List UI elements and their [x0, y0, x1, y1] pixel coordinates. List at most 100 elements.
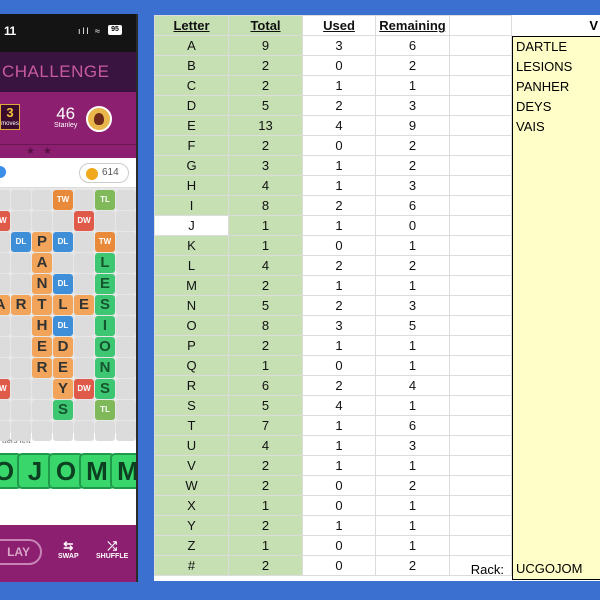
- cell-letter[interactable]: M: [154, 275, 229, 296]
- cell-letter[interactable]: V: [154, 455, 229, 476]
- cell-empty[interactable]: [449, 455, 512, 476]
- word-entry[interactable]: VAIS: [513, 117, 600, 137]
- letter-tile[interactable]: A: [0, 295, 10, 315]
- cell-letter[interactable]: X: [154, 495, 229, 516]
- cell-used[interactable]: 2: [302, 295, 376, 316]
- cell-used[interactable]: 1: [302, 335, 376, 356]
- cell-total[interactable]: 4: [228, 255, 303, 276]
- cell-empty[interactable]: [449, 535, 512, 556]
- cell-letter[interactable]: L: [154, 255, 229, 276]
- cell-letter[interactable]: F: [154, 135, 229, 156]
- board-cell[interactable]: [116, 337, 136, 357]
- game-board[interactable]: TWTLDWDWDLDLTWDLDLDWDWTLPANHERARTLEDEYSL…: [0, 188, 136, 441]
- cell-empty[interactable]: [449, 55, 512, 76]
- cell-empty[interactable]: [449, 95, 512, 116]
- cell-remaining[interactable]: 2: [375, 55, 450, 76]
- board-cell[interactable]: [11, 274, 31, 294]
- cell-used[interactable]: 2: [302, 255, 376, 276]
- letter-tile[interactable]: O: [95, 337, 115, 357]
- header-words[interactable]: V: [512, 15, 600, 36]
- letter-tile[interactable]: E: [32, 337, 52, 357]
- letter-tile[interactable]: A: [32, 253, 52, 273]
- header-empty[interactable]: [449, 15, 512, 36]
- letter-tile[interactable]: R: [32, 358, 52, 378]
- cell-used[interactable]: 1: [302, 75, 376, 96]
- cell-remaining[interactable]: 6: [375, 35, 450, 56]
- cell-letter[interactable]: N: [154, 295, 229, 316]
- board-cell[interactable]: [0, 421, 10, 441]
- cell-remaining[interactable]: 3: [375, 435, 450, 456]
- cell-total[interactable]: 1: [228, 535, 303, 556]
- cell-total[interactable]: 5: [228, 295, 303, 316]
- cell-remaining[interactable]: 6: [375, 415, 450, 436]
- board-cell[interactable]: [53, 253, 73, 273]
- bonus-cell-tw[interactable]: TW: [53, 190, 73, 210]
- bonus-cell-dw[interactable]: DW: [0, 211, 10, 231]
- cell-used[interactable]: 4: [302, 395, 376, 416]
- cell-empty[interactable]: [449, 255, 512, 276]
- cell-remaining[interactable]: 1: [375, 535, 450, 556]
- cell-remaining[interactable]: 1: [375, 495, 450, 516]
- cell-letter[interactable]: #: [154, 555, 229, 576]
- cell-total[interactable]: 1: [228, 495, 303, 516]
- cell-letter[interactable]: K: [154, 235, 229, 256]
- cell-total[interactable]: 7: [228, 415, 303, 436]
- cell-empty[interactable]: [449, 515, 512, 536]
- board-cell[interactable]: [116, 358, 136, 378]
- board-cell[interactable]: [0, 316, 10, 336]
- cell-letter[interactable]: D: [154, 95, 229, 116]
- cell-remaining[interactable]: 1: [375, 395, 450, 416]
- cell-empty[interactable]: [449, 175, 512, 196]
- bonus-cell-dl[interactable]: DL: [11, 232, 31, 252]
- board-cell[interactable]: [32, 211, 52, 231]
- board-cell[interactable]: [0, 358, 10, 378]
- letter-tile[interactable]: D: [53, 337, 73, 357]
- board-cell[interactable]: [0, 190, 10, 210]
- bonus-cell-tl[interactable]: TL: [95, 400, 115, 420]
- cell-remaining[interactable]: 1: [375, 235, 450, 256]
- letter-tile[interactable]: P: [32, 232, 52, 252]
- letter-tile[interactable]: S: [53, 400, 73, 420]
- cell-total[interactable]: 5: [228, 395, 303, 416]
- board-cell[interactable]: [74, 337, 94, 357]
- board-cell[interactable]: [95, 211, 115, 231]
- bonus-cell-dw[interactable]: DW: [74, 211, 94, 231]
- board-cell[interactable]: [116, 190, 136, 210]
- cell-used[interactable]: 3: [302, 315, 376, 336]
- cell-remaining[interactable]: 5: [375, 315, 450, 336]
- cell-remaining[interactable]: 2: [375, 555, 450, 576]
- cell-letter[interactable]: A: [154, 35, 229, 56]
- cell-letter[interactable]: O: [154, 315, 229, 336]
- play-button[interactable]: LAY: [0, 539, 42, 565]
- board-cell[interactable]: [0, 274, 10, 294]
- board-cell[interactable]: [116, 253, 136, 273]
- cell-remaining[interactable]: 3: [375, 95, 450, 116]
- cell-remaining[interactable]: 1: [375, 355, 450, 376]
- bonus-cell-dl[interactable]: DL: [53, 274, 73, 294]
- letter-tile[interactable]: L: [95, 253, 115, 273]
- board-cell[interactable]: [74, 400, 94, 420]
- cell-total[interactable]: 1: [228, 355, 303, 376]
- cell-empty[interactable]: [449, 315, 512, 336]
- board-cell[interactable]: [74, 232, 94, 252]
- cell-used[interactable]: 0: [302, 135, 376, 156]
- cell-empty[interactable]: [449, 295, 512, 316]
- cell-total[interactable]: 6: [228, 375, 303, 396]
- cell-letter[interactable]: R: [154, 375, 229, 396]
- cell-total[interactable]: 2: [228, 555, 303, 576]
- cell-used[interactable]: 2: [302, 195, 376, 216]
- board-cell[interactable]: [11, 379, 31, 399]
- cell-total[interactable]: 2: [228, 75, 303, 96]
- board-cell[interactable]: [74, 358, 94, 378]
- word-entry[interactable]: DEYS: [513, 97, 600, 117]
- cell-empty[interactable]: [449, 215, 512, 236]
- cell-remaining[interactable]: 1: [375, 275, 450, 296]
- board-cell[interactable]: [32, 400, 52, 420]
- rack-tile[interactable]: M: [110, 453, 136, 489]
- cell-letter[interactable]: P: [154, 335, 229, 356]
- words-column[interactable]: DARTLE LESIONS PANHER DEYS VAIS UCGOJOM: [512, 36, 600, 580]
- cell-remaining[interactable]: 2: [375, 155, 450, 176]
- letter-tile[interactable]: E: [74, 295, 94, 315]
- cell-used[interactable]: 4: [302, 115, 376, 136]
- board-cell[interactable]: [11, 253, 31, 273]
